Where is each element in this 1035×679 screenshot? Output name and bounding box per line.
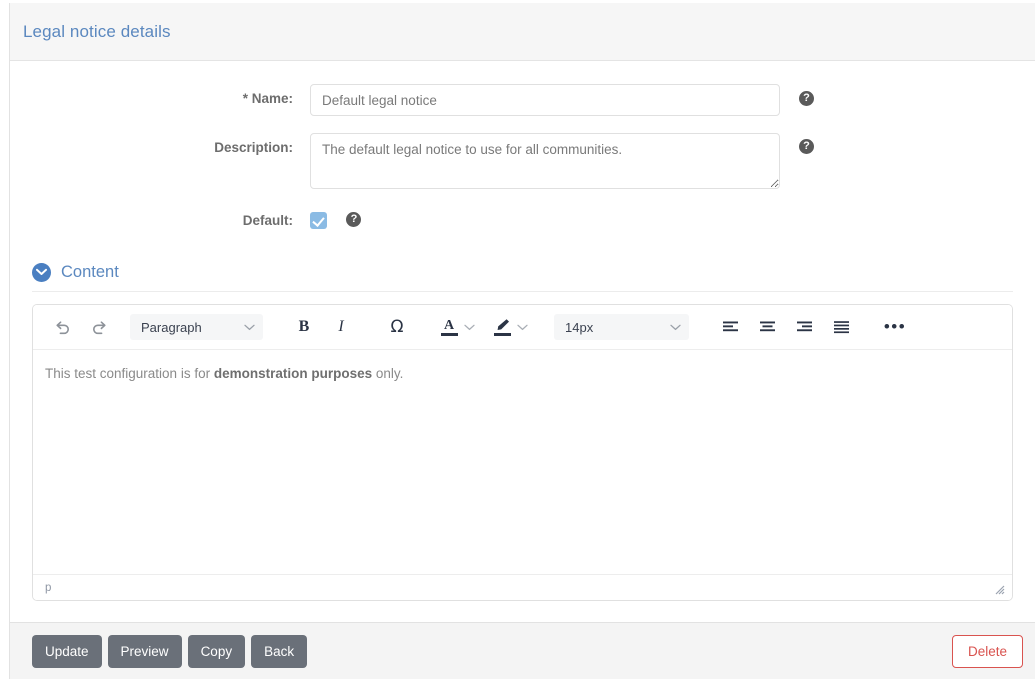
section-divider [32,291,1013,292]
editor-status-bar: p [33,574,1012,600]
editor-toolbar: Paragraph B I Ω A 14px ••• [33,305,1012,350]
chevron-down-circle-icon [32,263,51,282]
name-input[interactable] [310,84,780,116]
panel-header: Legal notice details [10,3,1035,61]
default-checkbox[interactable] [310,212,327,230]
editor-text-after: only. [372,366,404,381]
help-circle-icon[interactable]: ? [799,91,814,107]
special-character-button[interactable]: Ω [382,312,412,342]
form-row-name: * Name: ? [10,84,1035,116]
more-options-label: ••• [883,317,907,336]
element-path[interactable]: p [45,582,51,594]
undo-icon[interactable] [47,312,77,342]
font-size-select[interactable]: 14px [554,314,689,340]
align-left-icon[interactable] [715,312,745,342]
block-format-value: Paragraph [141,319,202,335]
description-label: Description: [214,140,293,155]
more-options-icon[interactable]: ••• [880,312,910,342]
editor-content-area[interactable]: This test configuration is for demonstra… [33,350,1012,574]
content-section-toggle[interactable]: Content [32,263,119,282]
text-color-glyph: A [443,317,455,333]
default-label: Default: [242,213,293,228]
preview-button[interactable]: Preview [107,634,182,668]
description-help-wrap: ? [780,133,814,163]
text-color-icon: A [438,314,460,340]
chevron-down-icon[interactable] [464,324,475,331]
panel-body: * Name: ? Description: ? D [10,61,1035,679]
delete-button[interactable]: Delete [951,634,1023,668]
redo-icon[interactable] [84,312,114,342]
text-color-button[interactable]: A [438,314,475,340]
form-row-default: Default: ? [10,211,1035,231]
resize-grip-icon[interactable] [994,582,1005,595]
italic-button[interactable]: I [326,312,356,342]
content-section-title: Content [61,263,119,281]
align-justify-icon[interactable] [826,312,856,342]
chevron-down-icon [670,324,681,331]
highlight-color-swatch [493,333,511,336]
block-format-select[interactable]: Paragraph [130,314,263,340]
editor-text-before: This test configuration is for [45,366,214,381]
description-field-wrap [310,133,780,189]
description-textarea[interactable] [310,133,780,189]
highlight-color-button[interactable] [491,314,528,340]
default-field-wrap: ? [310,211,362,231]
name-label: * Name: [242,91,293,106]
name-help-wrap: ? [780,84,814,116]
editor-text-bold: demonstration purposes [213,366,373,381]
legal-notice-details-page: Legal notice details * Name: ? Descripti… [0,0,1035,679]
align-center-icon[interactable] [752,312,782,342]
font-size-value: 14px [565,319,594,335]
chevron-down-icon[interactable] [517,324,528,331]
help-circle-icon[interactable]: ? [346,212,362,228]
back-button[interactable]: Back [251,634,308,668]
chevron-down-icon [244,324,255,331]
rich-text-editor: Paragraph B I Ω A 14px ••• This test con… [32,304,1013,601]
action-bar: Update Preview Copy Back Delete [9,622,1035,679]
pen-glyph [494,318,511,332]
help-circle-icon[interactable]: ? [799,139,814,155]
text-color-swatch [440,332,458,336]
name-field-wrap [310,84,780,116]
page-title: Legal notice details [23,21,171,41]
highlighter-pen-icon [491,314,513,340]
details-panel: Legal notice details * Name: ? Descripti… [9,3,1035,679]
copy-button[interactable]: Copy [187,634,246,668]
bold-button[interactable]: B [289,312,319,342]
align-right-icon[interactable] [789,312,819,342]
form-row-description: Description: ? [10,133,1035,189]
update-button[interactable]: Update [32,634,102,668]
